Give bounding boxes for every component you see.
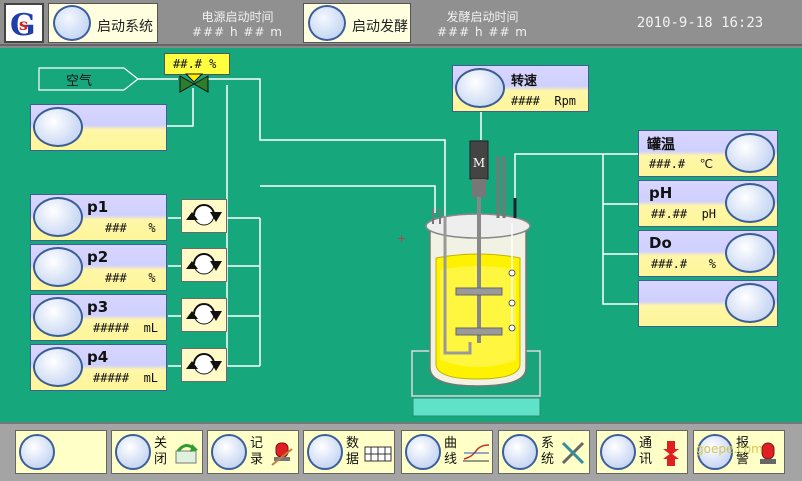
start-ferment-knob-icon	[308, 5, 346, 41]
peristaltic-pump-p3-icon[interactable]	[181, 298, 227, 332]
peristaltic-pump-p4-icon[interactable]	[181, 348, 227, 382]
air-flow-panel[interactable]	[30, 104, 167, 151]
curve-label: 曲线	[444, 436, 458, 467]
close-arrow-icon	[175, 444, 198, 464]
svg-text:s: s	[19, 15, 28, 34]
power-start-time: 电源启动时间 ### h ## m	[175, 3, 300, 43]
data-knob-icon	[307, 434, 343, 470]
footer-blank-knob-icon	[19, 434, 55, 470]
pump-p2-value: ### %	[105, 271, 156, 285]
record-knob-icon	[211, 434, 247, 470]
start-system-knob-icon	[53, 5, 91, 41]
data-button[interactable]: 数据	[303, 430, 395, 474]
communication-arrows-icon	[663, 441, 679, 466]
watermark-text: goepe.com	[696, 442, 763, 456]
air-valve-icon[interactable]	[178, 72, 210, 94]
start-ferment-button[interactable]: 启动发酵	[303, 3, 411, 43]
spare-sensor-panel[interactable]	[638, 280, 778, 327]
motor-label: M	[473, 156, 485, 170]
pump-p2-name: p2	[87, 248, 109, 266]
system-tools-icon	[561, 441, 585, 465]
dissolved-oxygen-panel[interactable]: Do ###.# %	[638, 230, 778, 277]
start-system-label: 启动系统	[97, 19, 153, 35]
air-flow-knob-icon	[33, 107, 83, 147]
ferment-time-title: 发酵启动时间	[446, 10, 519, 24]
data-label: 数据	[346, 436, 360, 467]
air-inlet-tag: 空气	[38, 67, 140, 91]
header-bar: G s 启动系统 电源启动时间 ### h ## m 启动发酵 发酵启动时间 #…	[0, 0, 802, 46]
dissolved-oxygen-knob-icon	[725, 233, 775, 273]
footer-blank-button[interactable]	[15, 430, 107, 474]
ph-label: pH	[649, 184, 673, 202]
tank-temperature-panel[interactable]: 罐温 ###.# ℃	[638, 130, 778, 177]
close-button[interactable]: 关闭	[111, 430, 203, 474]
pump-p3-knob-icon	[33, 297, 83, 337]
pump-p4-name: p4	[87, 348, 109, 366]
pump-p2-panel[interactable]: p2 ### %	[30, 244, 167, 291]
svg-text:+: +	[397, 232, 406, 245]
ph-knob-icon	[725, 183, 775, 223]
start-system-button[interactable]: 启动系统	[48, 3, 158, 43]
record-label: 记录	[250, 436, 264, 467]
ferment-start-time: 发酵启动时间 ### h ## m	[420, 3, 545, 43]
pump-p3-name: p3	[87, 298, 109, 316]
speed-label: 转速	[511, 74, 538, 89]
dissolved-oxygen-label: Do	[649, 234, 672, 252]
dissolved-oxygen-value: ###.# %	[651, 257, 717, 271]
curve-knob-icon	[405, 434, 441, 470]
pump-p1-name: p1	[87, 198, 109, 216]
ferment-time-value: ### h ## m	[436, 25, 528, 39]
pump-p4-value: ##### mL	[93, 371, 159, 385]
system-label: 系统	[541, 436, 555, 467]
tank-temperature-value: ###.# ℃	[649, 157, 714, 171]
pump-p2-knob-icon	[33, 247, 83, 287]
pump-p4-panel[interactable]: p4 ##### mL	[30, 344, 167, 391]
company-logo: G s	[4, 3, 44, 43]
pump-p1-panel[interactable]: p1 ### %	[30, 194, 167, 241]
curve-icon	[463, 444, 490, 462]
ph-panel[interactable]: pH ##.## pH	[638, 180, 778, 227]
pump-p1-knob-icon	[33, 197, 83, 237]
spare-sensor-knob-icon	[725, 283, 775, 323]
record-button[interactable]: 记录	[207, 430, 299, 474]
pump-p4-knob-icon	[33, 347, 83, 387]
communication-label: 通讯	[639, 436, 653, 467]
communication-button[interactable]: 通讯	[596, 430, 688, 474]
tank-temperature-knob-icon	[725, 133, 775, 173]
air-valve-value: ##.# %	[173, 57, 217, 71]
speed-knob-icon	[455, 68, 505, 108]
speed-value: #### Rpm	[511, 94, 577, 108]
peristaltic-pump-p1-icon[interactable]	[181, 199, 227, 233]
power-time-value: ### h ## m	[191, 25, 283, 39]
tank-temperature-label: 罐温	[647, 137, 675, 153]
record-alarm-icon	[271, 442, 293, 466]
process-diagram: M + 空气 ##.# % 转速 #### Rpm p1 ### % p2 ##…	[0, 48, 802, 422]
pump-p3-value: ##### mL	[93, 321, 159, 335]
ph-value: ##.## pH	[651, 207, 717, 221]
communication-knob-icon	[600, 434, 636, 470]
peristaltic-pump-p2-icon[interactable]	[181, 248, 227, 282]
data-grid-icon	[364, 446, 392, 462]
system-knob-icon	[502, 434, 538, 470]
pump-p3-panel[interactable]: p3 ##### mL	[30, 294, 167, 341]
close-knob-icon	[115, 434, 151, 470]
pump-p1-value: ### %	[105, 221, 156, 235]
power-time-title: 电源启动时间	[201, 10, 274, 24]
close-label: 关闭	[154, 436, 168, 467]
air-label: 空气	[66, 74, 93, 89]
start-ferment-label: 启动发酵	[352, 19, 408, 35]
datetime-display: 2010-9-18 16:23	[636, 15, 764, 31]
footer-toolbar: 关闭 记录 数据 曲线 系统 通讯 报警 goepe.com	[0, 422, 802, 481]
system-button[interactable]: 系统	[498, 430, 590, 474]
speed-panel[interactable]: 转速 #### Rpm	[452, 65, 589, 112]
curve-button[interactable]: 曲线	[401, 430, 493, 474]
